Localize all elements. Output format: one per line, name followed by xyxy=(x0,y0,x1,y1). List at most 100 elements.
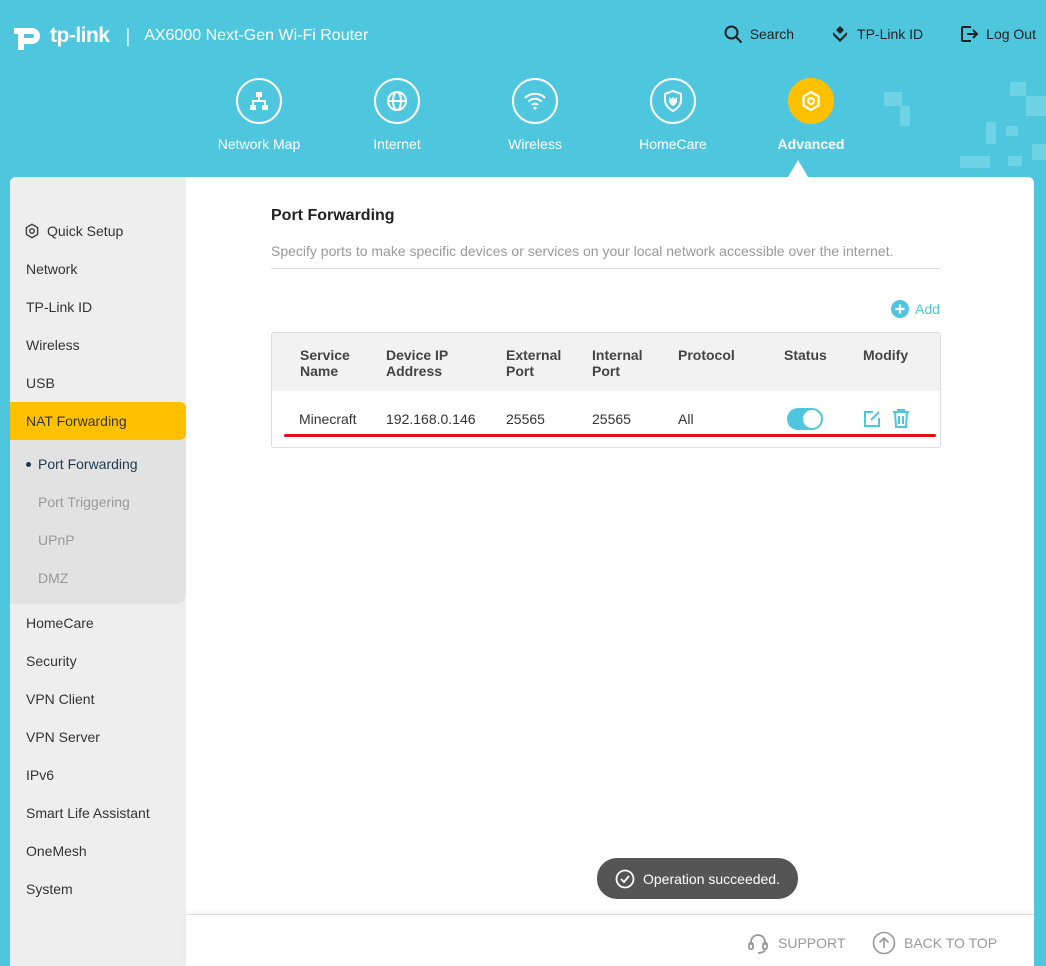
headset-icon xyxy=(748,934,768,954)
sidebar-subitem-upnp[interactable]: UPnP xyxy=(10,521,186,559)
trash-icon[interactable] xyxy=(891,408,911,429)
cell-device-ip: 192.168.0.146 xyxy=(386,411,476,427)
header: tp-link | AX6000 Next-Gen Wi-Fi Router S… xyxy=(0,0,1046,190)
sidebar-subitem-label: UPnP xyxy=(38,532,75,548)
cell-external-port: 25565 xyxy=(506,411,545,427)
toast-message: Operation succeeded. xyxy=(597,858,798,899)
sidebar-item-system[interactable]: System xyxy=(10,870,186,908)
brand-name: tp-link xyxy=(50,24,110,47)
decor-square xyxy=(900,106,910,126)
sidebar-item-label: Smart Life Assistant xyxy=(26,805,150,821)
page-title: Port Forwarding xyxy=(271,207,395,224)
sidebar-item-tplink-id[interactable]: TP-Link ID xyxy=(10,288,186,326)
logo[interactable]: tp-link | AX6000 Next-Gen Wi-Fi Router xyxy=(10,18,368,54)
support-link[interactable]: SUPPORT xyxy=(746,931,845,955)
header-line: Internal xyxy=(592,347,643,363)
back-to-top-link[interactable]: BACK TO TOP xyxy=(872,931,997,955)
check-circle-icon xyxy=(615,869,635,888)
sidebar-subitem-port-triggering[interactable]: Port Triggering xyxy=(10,483,186,521)
nav-wireless[interactable]: Wireless xyxy=(466,78,604,152)
nav-internet[interactable]: Internet xyxy=(328,78,466,152)
add-rule-button[interactable]: Add xyxy=(891,300,940,318)
decor-square xyxy=(1008,156,1022,166)
sidebar-item-label: Quick Setup xyxy=(47,223,124,239)
nav-network-map[interactable]: Network Map xyxy=(190,78,328,152)
sidebar-item-homecare[interactable]: HomeCare xyxy=(10,604,186,642)
header-line: Service xyxy=(300,347,350,363)
tplink-id-icon xyxy=(833,26,848,42)
sidebar-item-quick-setup[interactable]: Quick Setup xyxy=(10,212,186,250)
header-line: Device IP xyxy=(386,347,449,363)
decor-square xyxy=(1010,82,1026,96)
content-panel: Quick Setup Network TP-Link ID Wireless … xyxy=(10,177,1034,966)
decor-square xyxy=(1032,144,1046,160)
highlight-underline xyxy=(284,434,936,437)
nav-label: HomeCare xyxy=(639,136,707,152)
edit-icon[interactable] xyxy=(862,409,882,429)
toggle-knob xyxy=(803,410,821,428)
sidebar-item-vpn-client[interactable]: VPN Client xyxy=(10,680,186,718)
sidebar-item-label: Wireless xyxy=(26,337,80,353)
sidebar-item-label: IPv6 xyxy=(26,767,55,783)
sidebar-item-smart-life-assistant[interactable]: Smart Life Assistant xyxy=(10,794,186,832)
add-label: Add xyxy=(915,301,940,317)
sidebar-item-onemesh[interactable]: OneMesh xyxy=(10,832,186,870)
shield-icon xyxy=(664,89,682,113)
col-modify: Modify xyxy=(863,347,909,363)
nav-label: Network Map xyxy=(217,136,301,152)
globe-icon xyxy=(387,91,407,111)
header-line: Port xyxy=(506,363,534,379)
decor-square xyxy=(1006,126,1018,136)
search-label: Search xyxy=(749,26,795,42)
tplink-id-label: TP-Link ID xyxy=(857,26,924,42)
nav-homecare[interactable]: HomeCare xyxy=(604,78,742,152)
sidebar-item-nat-forwarding[interactable]: NAT Forwarding xyxy=(10,402,186,440)
sidebar-subitem-port-forwarding[interactable]: Port Forwarding xyxy=(10,445,186,483)
nav-icon-wrap xyxy=(236,78,282,124)
active-dot xyxy=(26,461,31,467)
nav-icon-wrap xyxy=(374,78,420,124)
header-line: Port xyxy=(592,363,620,379)
cell-protocol: All xyxy=(678,411,694,427)
search-button[interactable]: Search xyxy=(723,24,794,44)
nav-icon-wrap xyxy=(650,78,696,124)
main-nav: Network Map Internet Wireless HomeCare A… xyxy=(190,78,880,152)
cell-internal-port: 25565 xyxy=(592,411,631,427)
nav-icon-wrap xyxy=(512,78,558,124)
sidebar-item-label: HomeCare xyxy=(26,615,94,631)
sidebar-item-wireless[interactable]: Wireless xyxy=(10,326,186,364)
sidebar-item-usb[interactable]: USB xyxy=(10,364,186,402)
tplink-logo-icon xyxy=(14,28,40,50)
sidebar-subitem-dmz[interactable]: DMZ xyxy=(10,559,186,597)
col-protocol: Protocol xyxy=(678,347,735,363)
gear-icon xyxy=(25,223,39,239)
decor-square xyxy=(1026,96,1046,116)
sidebar-item-ipv6[interactable]: IPv6 xyxy=(10,756,186,794)
support-label: SUPPORT xyxy=(778,935,846,951)
table-header: Service Name Device IP Address External Por… xyxy=(272,333,940,391)
tplink-id-button[interactable]: TP-Link ID xyxy=(830,24,923,44)
sidebar-item-security[interactable]: Security xyxy=(10,642,186,680)
header-line: Address xyxy=(386,363,443,379)
col-internal-port: Internal Port xyxy=(592,347,643,379)
sidebar-item-label: USB xyxy=(26,375,55,391)
decor-square xyxy=(986,122,996,144)
cell-service-name: Minecraft xyxy=(299,411,357,427)
arrow-up-circle-icon xyxy=(872,931,896,955)
sidebar-item-network[interactable]: Network xyxy=(10,250,186,288)
nav-label: Internet xyxy=(373,136,421,152)
sidebar-item-label: Network xyxy=(26,261,78,277)
top-actions: Search TP-Link ID Log Out xyxy=(723,24,1036,44)
header-line: Name xyxy=(300,363,339,379)
sidebar-item-vpn-server[interactable]: VPN Server xyxy=(10,718,186,756)
col-device-ip: Device IP Address xyxy=(386,347,448,379)
main-content: Port Forwarding Specify ports to make sp… xyxy=(186,177,1034,914)
logout-button[interactable]: Log Out xyxy=(959,24,1036,44)
sidebar-item-label: System xyxy=(26,881,73,897)
back-to-top-label: BACK TO TOP xyxy=(904,935,998,951)
nav-advanced[interactable]: Advanced xyxy=(742,78,880,152)
product-name: AX6000 Next-Gen Wi-Fi Router xyxy=(144,27,369,44)
status-toggle[interactable] xyxy=(787,408,823,430)
sidebar-subitem-label: Port Forwarding xyxy=(38,456,138,472)
logout-label: Log Out xyxy=(986,26,1036,42)
